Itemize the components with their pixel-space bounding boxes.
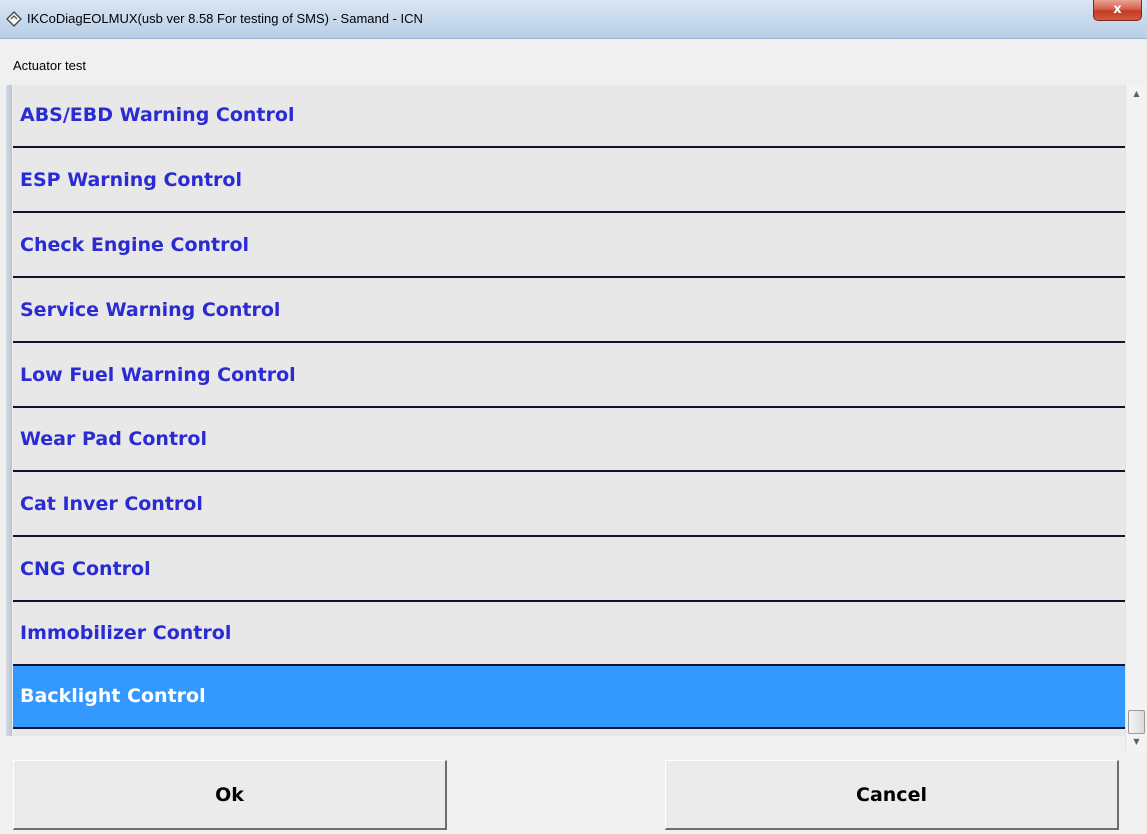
vertical-scrollbar[interactable]: ▲ ▼ (1125, 85, 1147, 751)
list-item[interactable]: Low Fuel Warning Control (13, 345, 1125, 408)
list-frame-edge (6, 85, 12, 736)
list-item-label: Low Fuel Warning Control (20, 364, 296, 386)
app-window: IKCoDiagEOLMUX(usb ver 8.58 For testing … (0, 0, 1147, 834)
list-item[interactable]: Cat Inver Control (13, 474, 1125, 537)
list-item[interactable]: Service Warning Control (13, 280, 1125, 343)
list-item-label: ESP Warning Control (20, 169, 242, 191)
list-item[interactable]: CNG Control (13, 539, 1125, 602)
app-icon (6, 11, 22, 27)
list-item-selected[interactable]: Backlight Control (13, 666, 1125, 729)
close-icon: x (1113, 2, 1122, 17)
actuator-list[interactable]: ABS/EBD Warning Control ESP Warning Cont… (13, 85, 1125, 736)
title-bar[interactable]: IKCoDiagEOLMUX(usb ver 8.58 For testing … (0, 0, 1147, 39)
list-item[interactable]: ESP Warning Control (13, 150, 1125, 213)
scroll-down-arrow-icon[interactable]: ▼ (1126, 733, 1147, 751)
ok-button[interactable]: Ok (13, 760, 447, 830)
list-item[interactable]: Immobilizer Control (13, 603, 1125, 666)
scroll-up-arrow-icon[interactable]: ▲ (1126, 85, 1147, 103)
panel-label: Actuator test (13, 58, 86, 73)
list-item-label: Cat Inver Control (20, 493, 203, 515)
list-item-label: Immobilizer Control (20, 622, 232, 644)
list-item[interactable]: Wear Pad Control (13, 409, 1125, 472)
list-item[interactable]: ABS/EBD Warning Control (13, 85, 1125, 148)
list-item-label: Service Warning Control (20, 299, 281, 321)
close-button[interactable]: x (1093, 0, 1142, 21)
list-item-label: ABS/EBD Warning Control (20, 104, 295, 126)
list-item[interactable]: Check Engine Control (13, 215, 1125, 278)
list-item-label: CNG Control (20, 558, 151, 580)
list-item-label: Wear Pad Control (20, 428, 207, 450)
list-item-label: Check Engine Control (20, 234, 250, 256)
window-title: IKCoDiagEOLMUX(usb ver 8.58 For testing … (27, 11, 423, 26)
cancel-button[interactable]: Cancel (665, 760, 1119, 830)
list-item-label: Backlight Control (20, 685, 206, 707)
scroll-thumb[interactable] (1128, 710, 1145, 734)
